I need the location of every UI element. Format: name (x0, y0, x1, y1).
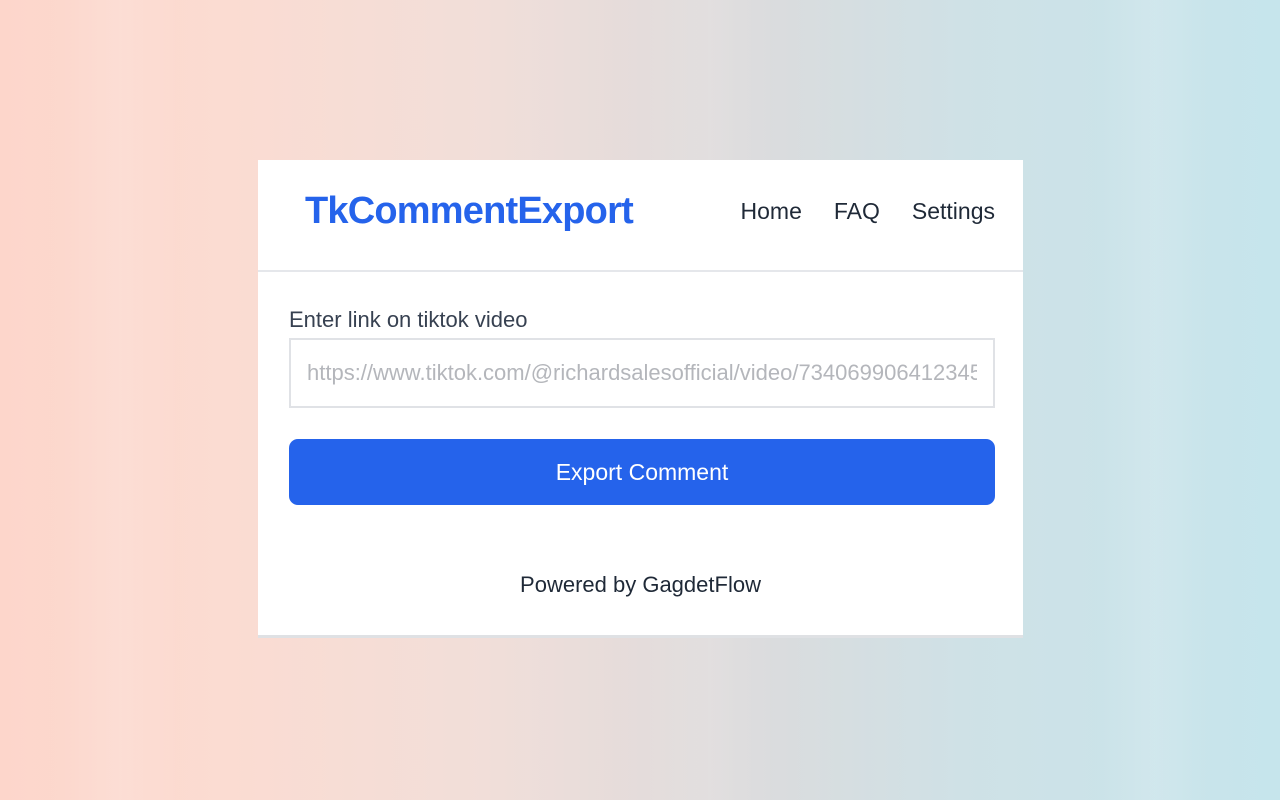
background-texture (1100, 0, 1210, 800)
nav-settings-link[interactable]: Settings (912, 196, 995, 226)
main-nav: Home FAQ Settings (741, 196, 995, 226)
extension-popup: TkCommentExport Home FAQ Settings Enter … (258, 160, 1023, 635)
nav-home-link[interactable]: Home (741, 196, 802, 226)
background-texture (60, 0, 180, 800)
powered-by-footer: Powered by GagdetFlow (520, 572, 761, 597)
nav-faq-link[interactable]: FAQ (834, 196, 880, 226)
link-input-label: Enter link on tiktok video (289, 307, 528, 332)
header: TkCommentExport Home FAQ Settings (258, 160, 1023, 272)
tiktok-link-input[interactable] (289, 338, 995, 408)
export-comment-button[interactable]: Export Comment (289, 439, 995, 505)
brand-logo: TkCommentExport (305, 190, 634, 232)
